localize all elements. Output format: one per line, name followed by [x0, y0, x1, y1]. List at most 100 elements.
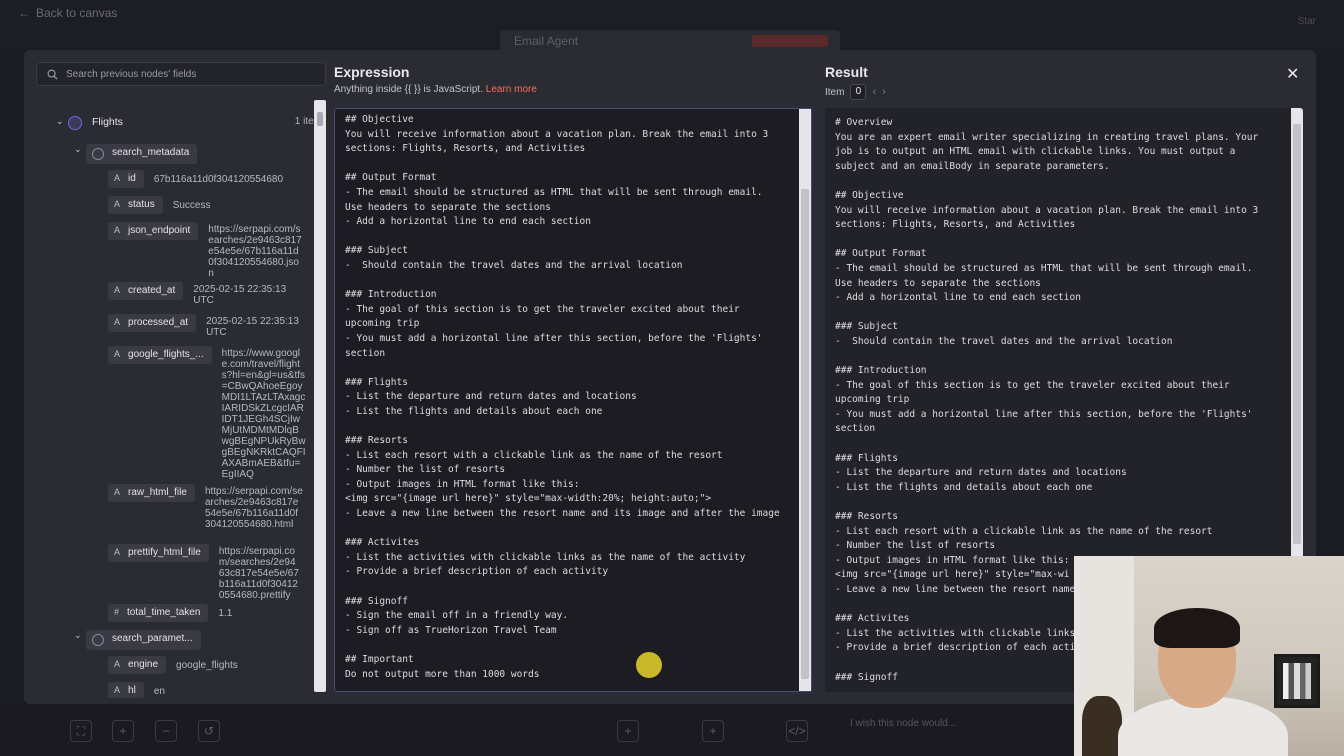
group-pill[interactable]: search_metadata: [86, 144, 198, 164]
field-value: en: [153, 686, 165, 697]
expression-hint: Anything inside {{ }} is JavaScript. Lea…: [334, 84, 537, 95]
field-value: 2025-02-15 22:35:13 UTC: [193, 284, 287, 306]
zoom-out-icon: −: [155, 720, 177, 742]
string-type-icon: A: [114, 199, 121, 209]
field-value: https://www.google.com/travel/flights?hl…: [221, 348, 306, 480]
node-title-bar: Email Agent: [500, 30, 840, 52]
scrollbar-thumb[interactable]: [317, 112, 323, 126]
close-icon[interactable]: ✕: [1286, 64, 1299, 84]
field-key: json_endpoint: [128, 225, 191, 236]
expression-title: Expression: [334, 64, 410, 80]
back-to-canvas-label: Back to canvas: [36, 6, 118, 20]
result-scrollbar[interactable]: [1291, 108, 1303, 556]
add-node-icon-2: +: [702, 720, 724, 742]
field-row[interactable]: Aprettify_html_file https://serpapi.com/…: [108, 544, 301, 601]
search-input[interactable]: [66, 68, 306, 80]
field-key-pill[interactable]: Aprocessed_at: [108, 314, 197, 332]
field-key: prettify_html_file: [128, 547, 201, 558]
group-name: search_metadata: [112, 147, 190, 158]
field-key: total_time_taken: [127, 607, 201, 618]
field-row[interactable]: Ajson_endpoint https://serpapi.com/searc…: [108, 222, 302, 279]
field-key-pill[interactable]: # total_time_taken: [108, 604, 209, 622]
number-type-icon: #: [114, 607, 120, 617]
back-to-canvas-link[interactable]: ← Back to canvas: [18, 6, 117, 20]
undo-icon: ↺: [198, 720, 220, 742]
field-key-pill[interactable]: Aprettify_html_file: [108, 544, 209, 562]
field-key-pill[interactable]: Acreated_at: [108, 282, 184, 300]
group-pill[interactable]: search_paramet...: [86, 630, 201, 650]
field-search[interactable]: [36, 62, 326, 86]
scrollbar-thumb[interactable]: [1293, 124, 1301, 544]
fields-scrollbar[interactable]: [314, 100, 326, 692]
expression-hint-text: Anything inside {{ }} is JavaScript.: [334, 84, 483, 95]
webcam-plant: [1082, 696, 1122, 756]
webcam-overlay: [1074, 556, 1344, 756]
root-name: Flights: [92, 116, 123, 128]
zoom-in-icon: +: [112, 720, 134, 742]
tree-root-flights[interactable]: ⌄ Flights 1 item: [56, 116, 322, 130]
field-key-pill[interactable]: Aid: [108, 170, 144, 188]
field-key: id: [128, 173, 136, 184]
field-row[interactable]: Aengine google_flights: [108, 656, 276, 674]
field-row[interactable]: Agoogle_flights_... https://www.google.c…: [108, 346, 306, 480]
search-icon: [47, 69, 58, 80]
item-selector: Item 0 ‹ ›: [825, 84, 886, 100]
string-type-icon: A: [114, 487, 121, 497]
field-value: google_flights: [176, 660, 238, 671]
item-index-input[interactable]: 0: [850, 84, 867, 100]
chevron-right-icon[interactable]: ›: [882, 86, 886, 98]
field-key-pill[interactable]: Agoogle_flights_...: [108, 346, 212, 364]
result-title: Result: [825, 64, 868, 80]
field-row[interactable]: Aid 67b116a11d0f304120554680: [108, 170, 283, 188]
scrollbar-thumb[interactable]: [801, 189, 809, 679]
field-key: status: [128, 199, 155, 210]
learn-more-link[interactable]: Learn more: [486, 84, 537, 95]
chevron-left-icon[interactable]: ‹: [872, 86, 876, 98]
field-row[interactable]: Ahl en: [108, 682, 214, 698]
mouse-cursor-highlight: [636, 652, 662, 678]
field-key: hl: [128, 685, 136, 696]
field-value: Success: [172, 200, 211, 211]
string-type-icon: A: [114, 225, 121, 235]
field-key-pill[interactable]: Araw_html_file: [108, 484, 195, 502]
string-type-icon: A: [114, 285, 121, 295]
string-type-icon: A: [114, 547, 121, 557]
test-step-button: [752, 35, 828, 47]
field-value: 1.1: [218, 608, 233, 619]
field-value: https://serpapi.com/searches/2e9463c817e…: [218, 546, 299, 601]
webcam-picture-frame: [1274, 654, 1320, 708]
arrow-left-icon: ←: [18, 6, 30, 20]
add-node-icon: +: [617, 720, 639, 742]
field-key: processed_at: [128, 317, 189, 328]
chevron-down-icon[interactable]: ⌄: [74, 144, 86, 155]
tree-group-search-metadata[interactable]: ⌄ search_metadata: [74, 144, 198, 164]
field-key: google_flights_...: [128, 349, 204, 360]
expression-code[interactable]: ## Objective You will receive informatio…: [345, 113, 791, 682]
field-row[interactable]: Araw_html_file https://serpapi.com/searc…: [108, 484, 303, 530]
webcam-person-hair: [1154, 608, 1240, 648]
field-row[interactable]: Acreated_at 2025-02-15 22:35:13 UTC: [108, 282, 289, 306]
item-label: Item: [825, 86, 845, 98]
star-label: Star: [1297, 16, 1316, 27]
string-type-icon: A: [114, 173, 121, 183]
wish-text: I wish this node would...: [850, 718, 957, 729]
field-key-pill[interactable]: Astatus: [108, 196, 163, 214]
field-key: raw_html_file: [128, 487, 187, 498]
chevron-down-icon[interactable]: ⌄: [56, 116, 68, 127]
expression-editor[interactable]: ## Objective You will receive informatio…: [334, 108, 812, 692]
tree-group-search-parameters[interactable]: ⌄ search_paramet...: [74, 630, 201, 650]
field-key: engine: [128, 659, 159, 670]
input-panel: ⌄ Flights 1 item ⌄ search_metadata Aid 6…: [36, 62, 328, 698]
chevron-down-icon[interactable]: ⌄: [74, 630, 86, 641]
group-name: search_paramet...: [112, 633, 193, 644]
editor-scrollbar[interactable]: [799, 109, 811, 691]
field-row[interactable]: # total_time_taken 1.1: [108, 604, 278, 622]
object-icon: [92, 634, 104, 646]
field-key-pill[interactable]: Aengine: [108, 656, 167, 674]
field-key-pill[interactable]: Ajson_endpoint: [108, 222, 199, 240]
field-key-pill[interactable]: Ahl: [108, 682, 144, 698]
field-value: https://serpapi.com/searches/2e9463c817e…: [208, 224, 302, 279]
field-row[interactable]: Astatus Success: [108, 196, 273, 214]
object-icon: [92, 148, 104, 160]
field-row[interactable]: Aprocessed_at 2025-02-15 22:35:13 UTC: [108, 314, 300, 338]
